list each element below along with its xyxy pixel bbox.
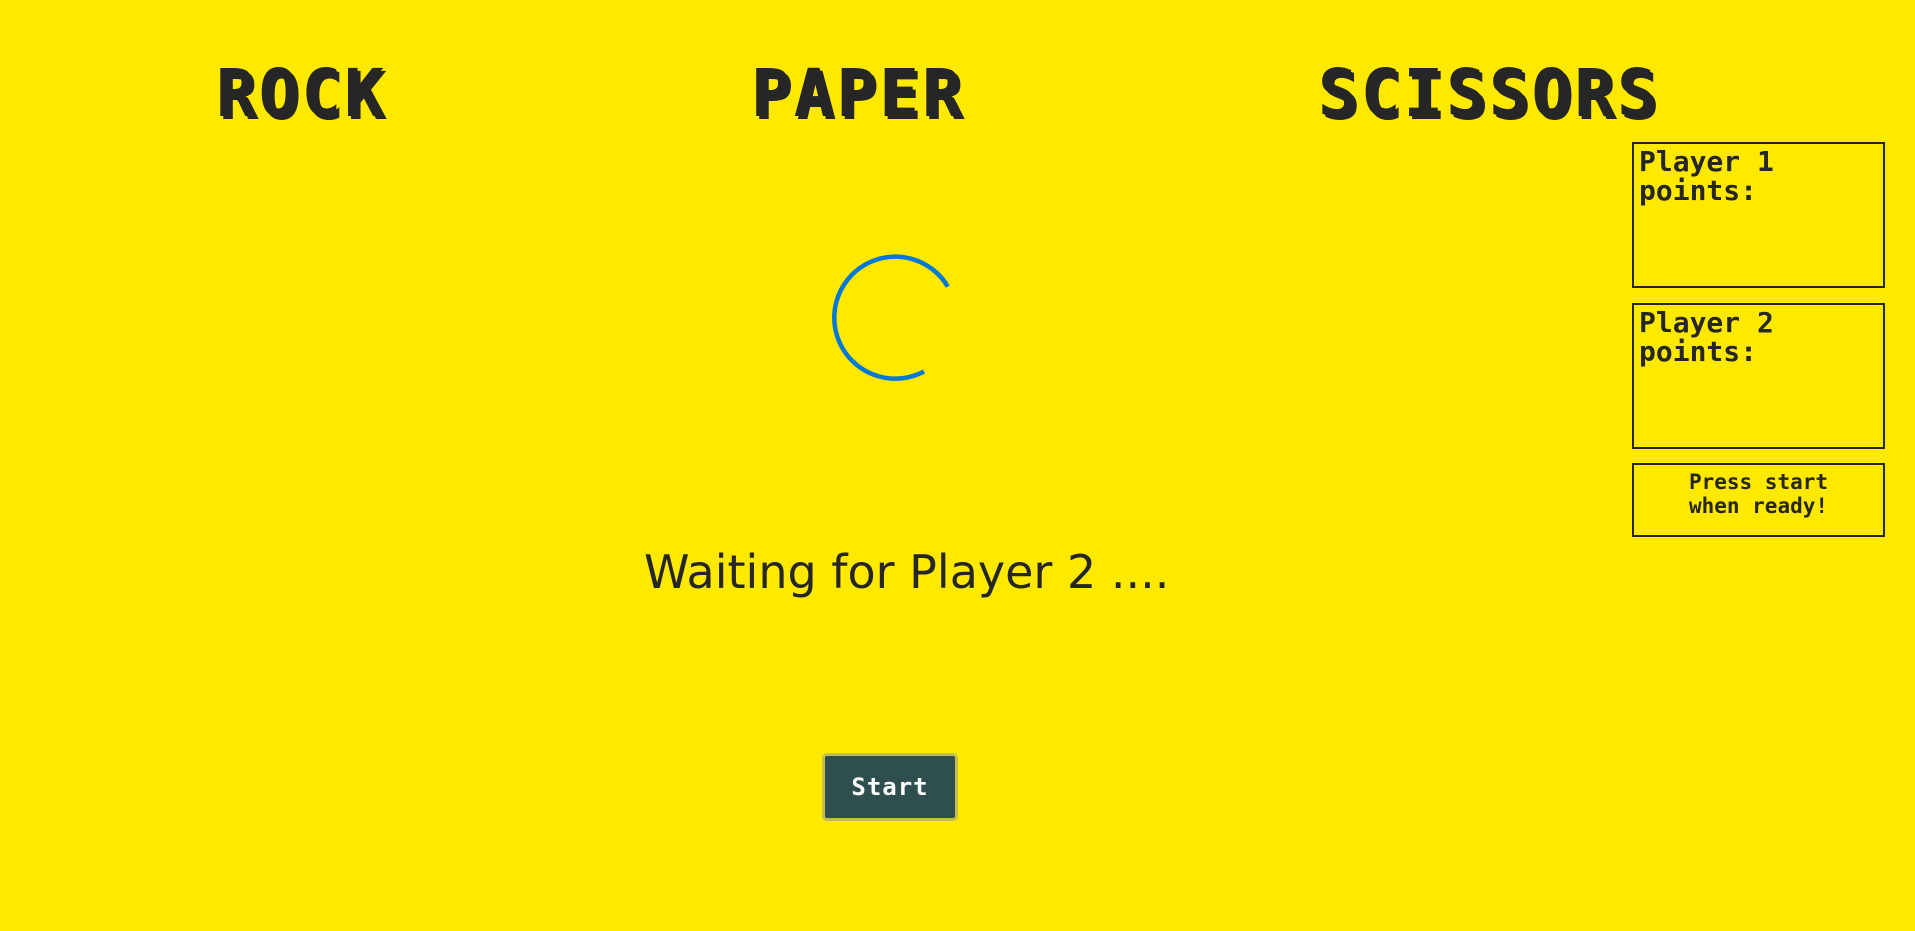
- message-line1: Press start: [1688, 470, 1829, 494]
- title-paper: PAPER: [751, 55, 965, 132]
- player2-score-box: Player 2 points:: [1632, 303, 1885, 449]
- message-line2: when ready!: [1688, 494, 1829, 518]
- player1-label-line1: Player 1: [1639, 145, 1774, 178]
- loading-spinner-icon: [832, 254, 950, 381]
- title-scissors: SCISSORS: [1318, 55, 1660, 132]
- player2-label-line2: points:: [1639, 335, 1758, 368]
- player1-score-box: Player 1 points:: [1632, 142, 1885, 288]
- message-box: Press start when ready!: [1632, 463, 1885, 537]
- title-rock: ROCK: [216, 55, 387, 132]
- message-text: Press start when ready!: [1634, 465, 1883, 518]
- player1-label-line2: points:: [1639, 174, 1758, 207]
- start-button[interactable]: Start: [822, 753, 958, 821]
- player2-score-label: Player 2 points:: [1634, 305, 1883, 366]
- waiting-status: Waiting for Player 2 ....: [644, 545, 1170, 599]
- player2-label-line1: Player 2: [1639, 306, 1774, 339]
- player1-score-label: Player 1 points:: [1634, 144, 1883, 205]
